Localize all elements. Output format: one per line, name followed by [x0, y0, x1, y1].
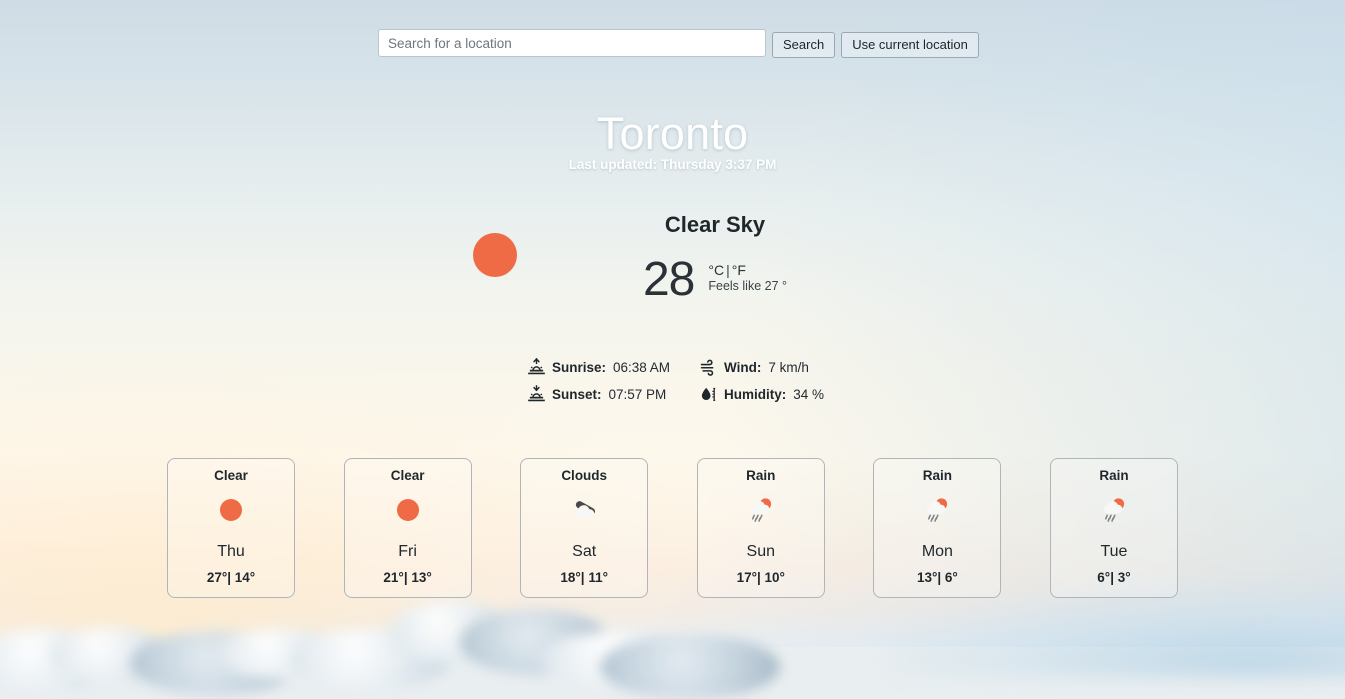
forecast-day: Tue — [1100, 543, 1128, 560]
forecast-condition: Clouds — [561, 468, 608, 483]
forecast-day: Mon — [921, 543, 953, 560]
forecast-day: Sun — [746, 543, 776, 560]
current-temperature: 28 — [642, 253, 695, 306]
detail-label: Humidity: — [724, 387, 787, 402]
forecast-temps: 21°| 13° — [383, 570, 432, 585]
forecast-day: Sat — [572, 543, 597, 560]
detail-label: Sunset: — [552, 387, 602, 402]
forecast-card[interactable]: Rain Mon 13°| 6° — [873, 458, 1002, 598]
forecast-card[interactable]: Clouds Sat 18°| 11° — [520, 458, 649, 598]
cloud-band-right — [885, 587, 1345, 677]
forecast-card[interactable]: Clear Thu 27°| 14° — [167, 458, 295, 598]
forecast-temps: 6°| 3° — [1097, 570, 1131, 585]
unit-toggle[interactable]: °C | °F — [708, 262, 787, 278]
wind-icon — [700, 359, 714, 376]
forecast-condition: Clear — [390, 468, 425, 483]
feels-like-text: Feels like 27 ° — [708, 279, 788, 293]
current-condition: Clear Sky — [664, 212, 766, 237]
unit-celsius[interactable]: °C — [708, 262, 724, 278]
detail-value: 07:57 PM — [608, 387, 667, 402]
detail-label: Sunrise: — [552, 360, 607, 375]
forecast-condition: Rain — [922, 468, 952, 483]
unit-fahrenheit[interactable]: °F — [732, 262, 746, 278]
forecast-condition: Clear — [214, 468, 248, 483]
sun-icon — [220, 499, 242, 521]
clouds-icon — [574, 501, 596, 519]
sun-rain-icon — [927, 498, 948, 522]
detail-wind: Wind: 7 km/h — [700, 358, 824, 377]
forecast-temps: 17°| 10° — [736, 570, 785, 585]
forecast-card[interactable]: Rain Tue 6°| 3° — [1049, 458, 1178, 598]
city-name: Toronto — [596, 108, 749, 159]
forecast-card[interactable]: Clear Fri 21°| 13° — [343, 458, 472, 598]
sunrise-icon — [528, 358, 545, 375]
sun-rain-icon — [750, 498, 771, 522]
detail-label: Wind: — [724, 360, 762, 375]
detail-sunrise: Sunrise: 06:38 AM — [528, 358, 676, 377]
sun-icon — [473, 233, 517, 277]
sun-rain-icon — [1103, 498, 1125, 522]
forecast-condition: Rain — [1099, 468, 1129, 483]
forecast-card[interactable]: Rain Sun 17°| 10° — [696, 458, 825, 598]
forecast-list: Clear Thu 27°| 14° Clear Fri 21°| 13° Cl… — [167, 458, 1178, 598]
search-bar: Search Use current location — [378, 29, 979, 58]
unit-separator: | — [726, 262, 730, 278]
use-current-location-button[interactable]: Use current location — [841, 32, 979, 58]
forecast-icon-wrap — [746, 495, 776, 525]
forecast-icon-wrap — [396, 495, 419, 525]
current-temperature-block: 28 °C | °F Feels like 27 ° — [560, 256, 870, 304]
forecast-temps: 13°| 6° — [916, 570, 958, 585]
sunset-icon — [528, 385, 545, 402]
search-button[interactable]: Search — [772, 32, 836, 58]
last-updated-text: Last updated: Thursday 3:37 PM — [568, 157, 777, 172]
humidity-icon — [701, 387, 716, 401]
forecast-day: Thu — [217, 543, 245, 560]
search-input[interactable] — [378, 29, 766, 57]
forecast-icon-wrap — [1099, 495, 1129, 525]
forecast-temps: 27°| 14° — [206, 570, 256, 585]
forecast-condition: Rain — [746, 468, 776, 483]
forecast-temps: 18°| 11° — [560, 570, 608, 585]
detail-value: 7 km/h — [768, 360, 809, 375]
detail-value: 06:38 AM — [613, 360, 671, 375]
forecast-icon-wrap — [220, 495, 242, 525]
forecast-icon-wrap — [569, 495, 599, 525]
sun-icon — [396, 499, 419, 521]
detail-sunset: Sunset: 07:57 PM — [528, 385, 676, 404]
forecast-icon-wrap — [922, 495, 952, 525]
detail-value: 34 % — [793, 387, 825, 402]
detail-humidity: Humidity: 34 % — [700, 385, 824, 404]
weather-details: Sunrise: 06:38 AM Wind: 7 km/h Sunset: 0… — [528, 358, 824, 404]
forecast-day: Fri — [398, 543, 417, 560]
